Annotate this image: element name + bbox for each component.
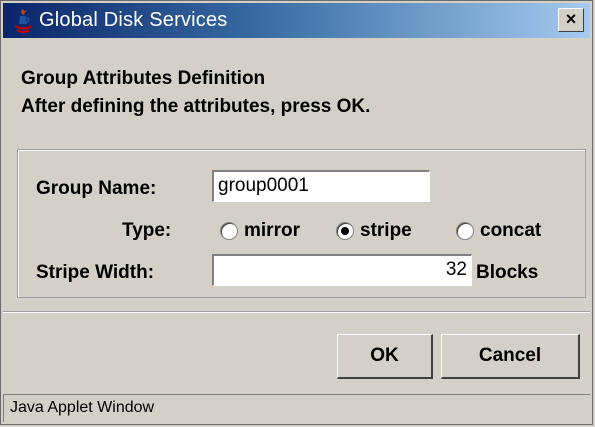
- group-name-label: Group Name:: [36, 178, 157, 199]
- radio-mirror[interactable]: mirror: [220, 220, 300, 242]
- java-coffee-icon: [14, 9, 32, 33]
- stripe-width-unit: Blocks: [476, 262, 539, 283]
- instructions: Group Attributes Definition After defini…: [21, 65, 370, 121]
- radio-button-unchecked[interactable]: [220, 222, 238, 240]
- stripe-width-input[interactable]: 32: [212, 254, 472, 286]
- radio-mirror-label: mirror: [244, 220, 300, 241]
- stripe-width-label: Stripe Width:: [36, 262, 155, 283]
- instructions-heading: Group Attributes Definition: [21, 68, 266, 89]
- radio-button-unchecked[interactable]: [456, 222, 474, 240]
- attributes-panel: Group Name: group0001 Type: mirror strip…: [17, 149, 586, 298]
- ok-button[interactable]: OK: [337, 334, 433, 379]
- radio-selected-dot: [341, 227, 349, 235]
- window-title: Global Disk Services: [39, 9, 228, 31]
- type-label: Type:: [122, 220, 172, 241]
- button-separator: [3, 311, 590, 313]
- close-icon: ×: [565, 9, 577, 29]
- radio-stripe-label: stripe: [360, 220, 412, 241]
- title-bar[interactable]: Global Disk Services ×: [3, 3, 590, 38]
- close-button[interactable]: ×: [558, 8, 584, 32]
- instructions-hint: After defining the attributes, press OK.: [21, 96, 371, 117]
- radio-concat-label: concat: [480, 220, 542, 241]
- dialog-window: Global Disk Services × Group Attributes …: [0, 0, 593, 425]
- group-name-input[interactable]: group0001: [212, 170, 430, 202]
- cancel-button[interactable]: Cancel: [441, 334, 580, 379]
- status-bar: Java Applet Window: [3, 394, 590, 422]
- radio-stripe[interactable]: stripe: [336, 220, 412, 242]
- radio-concat[interactable]: concat: [456, 220, 541, 242]
- radio-button-checked[interactable]: [336, 222, 354, 240]
